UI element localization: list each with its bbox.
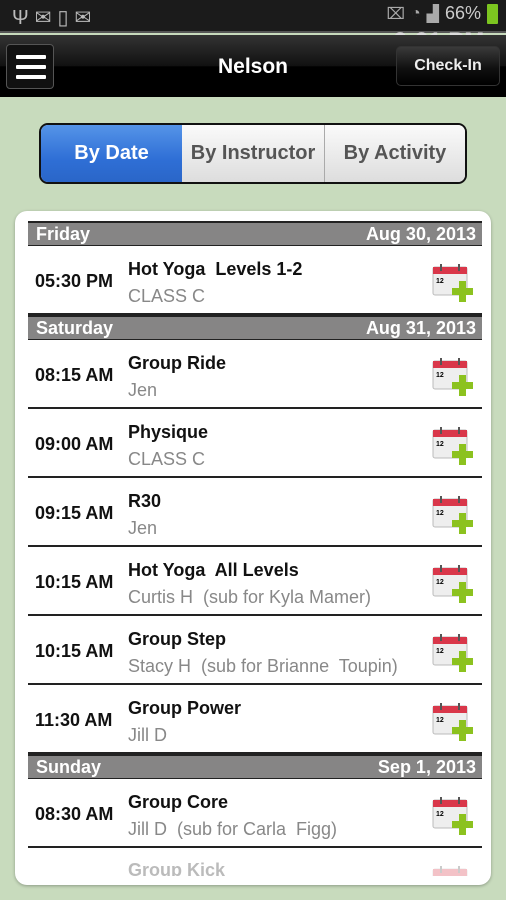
class-row[interactable]: 10:15 AM Hot Yoga All Levels Curtis H (sub… <box>28 547 482 616</box>
app-header: Nelson Check-In <box>0 35 506 97</box>
svg-text:12: 12 <box>436 717 444 724</box>
class-row[interactable]: 10:15 AM Group Step Stacy H (sub for Brian… <box>28 616 482 685</box>
add-to-calendar-icon[interactable]: 12 <box>432 263 474 303</box>
class-time: 08:30 AM <box>35 804 114 824</box>
signal-icon: ▟ <box>426 5 439 23</box>
add-to-calendar-icon[interactable]: 12 <box>432 865 474 876</box>
tab-by-instructor[interactable]: By Instructor <box>182 125 325 182</box>
class-row[interactable]: 11:30 AM Group Power Jill D 12 <box>28 685 482 754</box>
add-to-calendar-icon[interactable]: 12 <box>432 633 474 673</box>
class-time: 09:15 AM <box>35 503 114 523</box>
check-in-button[interactable]: Check-In <box>396 46 500 86</box>
class-row[interactable]: Group Kick 12 <box>28 848 482 876</box>
day-date: Sep 1, 2013 <box>377 756 476 777</box>
class-instructor: Jill D <box>128 725 167 745</box>
class-time: 10:15 AM <box>35 641 114 661</box>
add-to-calendar-icon[interactable]: 12 <box>432 495 474 535</box>
add-to-calendar-icon[interactable]: 12 <box>432 564 474 604</box>
class-instructor: Stacy H (sub for Brianne Toupin) <box>128 656 398 676</box>
add-to-calendar-icon[interactable]: 12 <box>432 702 474 742</box>
svg-text:12: 12 <box>436 372 444 379</box>
class-time: 11:30 AM <box>35 710 113 730</box>
class-row[interactable]: 08:15 AM Group Ride Jen 12 <box>28 340 482 409</box>
tab-by-date[interactable]: By Date <box>41 125 182 182</box>
svg-text:12: 12 <box>436 811 444 818</box>
class-name: Group Ride <box>128 353 226 373</box>
day-section-header: Sunday Sep 1, 2013 <box>28 754 482 779</box>
day-date: Aug 31, 2013 <box>365 317 476 338</box>
day-section-header: Friday Aug 30, 2013 <box>28 221 482 246</box>
class-name: R30 <box>128 491 162 511</box>
class-name: Group Kick <box>128 860 226 876</box>
gmail-icon: ✉ <box>34 7 58 29</box>
battery-icon <box>487 3 498 24</box>
class-instructor: Jen <box>128 380 158 400</box>
day-name: Sunday <box>36 756 102 777</box>
class-row[interactable]: 05:30 PM Hot Yoga Levels 1-2 CLASS C 12 <box>28 246 482 315</box>
class-name: Group Step <box>128 629 226 649</box>
day-section-header: Saturday Aug 31, 2013 <box>28 315 482 340</box>
add-to-calendar-icon[interactable]: 12 <box>432 357 474 397</box>
class-time: 05:30 PM <box>35 271 114 291</box>
download-done-icon: ▯ <box>57 7 75 29</box>
day-name: Saturday <box>36 317 114 338</box>
add-to-calendar-icon[interactable]: 12 <box>432 426 474 466</box>
class-time: 10:15 AM <box>35 572 114 592</box>
svg-text:12: 12 <box>436 510 444 517</box>
svg-text:12: 12 <box>436 648 444 655</box>
add-to-calendar-icon[interactable]: 12 <box>432 796 474 836</box>
class-instructor: CLASS C <box>128 286 206 306</box>
svg-text:12: 12 <box>436 278 444 285</box>
wifi-icon: ◔ <box>410 4 421 22</box>
svg-text:12: 12 <box>436 441 444 448</box>
class-instructor: Jen <box>128 518 158 538</box>
class-instructor: Curtis H (sub for Kyla Mamer) <box>128 587 372 607</box>
class-instructor: CLASS C <box>128 449 206 469</box>
view-tabs: By Date By Instructor By Activity <box>39 123 467 184</box>
schedule-list[interactable]: Friday Aug 30, 2013 05:30 PM Hot Yoga Level… <box>28 221 482 876</box>
class-row[interactable]: 09:15 AM R30 Jen 12 <box>28 478 482 547</box>
day-name: Friday <box>36 223 91 244</box>
battery-percent: 66% <box>444 3 481 23</box>
day-date: Aug 30, 2013 <box>365 223 476 244</box>
class-time: 08:15 AM <box>35 365 114 385</box>
notification-icons: Ψ✉▯✉ <box>12 5 97 30</box>
schedule-card: Friday Aug 30, 2013 05:30 PM Hot Yoga Level… <box>15 211 491 885</box>
class-row[interactable]: 08:30 AM Group Core Jill D (sub for Carla … <box>28 779 482 848</box>
usb-icon: Ψ <box>12 7 35 29</box>
class-name: Group Core <box>128 792 229 812</box>
status-bar: Ψ✉▯✉ ⌧ ◔ ▟ 66% 2:21 PM <box>0 0 506 55</box>
class-name: Hot Yoga All Levels <box>128 560 299 580</box>
svg-text:12: 12 <box>436 579 444 586</box>
class-name: Hot Yoga Levels 1-2 <box>128 259 303 279</box>
class-name: Physique <box>128 422 209 442</box>
class-time: 09:00 AM <box>35 434 114 454</box>
class-name: Group Power <box>128 698 242 718</box>
vibrate-icon: ⌧ <box>386 5 405 23</box>
class-row[interactable]: 09:00 AM Physique CLASS C 12 <box>28 409 482 478</box>
class-instructor: Jill D (sub for Carla Figg) <box>128 819 338 839</box>
tab-by-activity[interactable]: By Activity <box>325 125 465 182</box>
email-icon: ✉ <box>74 7 98 29</box>
